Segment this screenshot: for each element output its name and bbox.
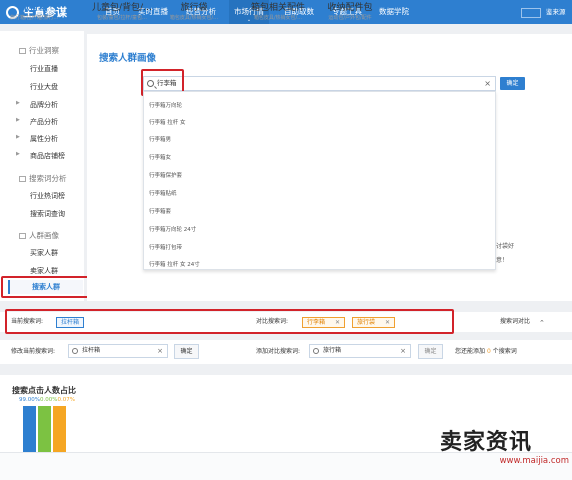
bar-1 — [38, 406, 51, 452]
tab-sub: 包装/童包/拉杆/童包… — [96, 15, 148, 21]
watermark: 卖家资讯 www.maijia.com — [433, 430, 569, 466]
bar-2 — [53, 406, 66, 452]
tab-sub: 运动包/户外包/配件 — [328, 15, 372, 21]
tab-sub: 箱包皮具/热销女包/… — [169, 15, 219, 21]
watermark-url: www.maijia.com — [499, 456, 569, 466]
tab-label: 收纳配件包 — [327, 3, 373, 13]
tab-label: 旅行箱 — [20, 3, 48, 13]
tab-sub: 箱包皮具/热销女包/… — [253, 15, 303, 21]
tab-label: 儿童包/背包/… — [91, 3, 153, 13]
tab-label: 箱包相关配件 — [250, 3, 305, 13]
watermark-brand: 卖家资讯 — [440, 430, 533, 455]
tab-sub: 旅行箱/拉杆箱/旅行… — [10, 15, 59, 21]
app-root: 生意参谋 首页 实时直播 经营分析 市场行情 ⌄ 自助取数 专题工具 数据学院 鉴… — [0, 0, 572, 480]
tab-kids-bag[interactable]: 儿童包/背包/… 包装/童包/拉杆/童包… — [84, 3, 160, 22]
tab-luggage[interactable]: 旅行箱 旅行箱/拉杆箱/旅行… — [10, 3, 58, 24]
tab-travel-bag[interactable]: 旅行袋 箱包皮具/热销女包/… — [164, 3, 224, 22]
tab-label: 旅行袋 — [180, 3, 208, 13]
tab-accessories[interactable]: 箱包相关配件 箱包皮具/热销女包/… — [244, 3, 312, 22]
bar-chart — [23, 406, 66, 452]
bar-0 — [23, 406, 36, 452]
tab-storage-bag[interactable]: 收纳配件包 运动包/户外包/配件 — [320, 3, 380, 22]
